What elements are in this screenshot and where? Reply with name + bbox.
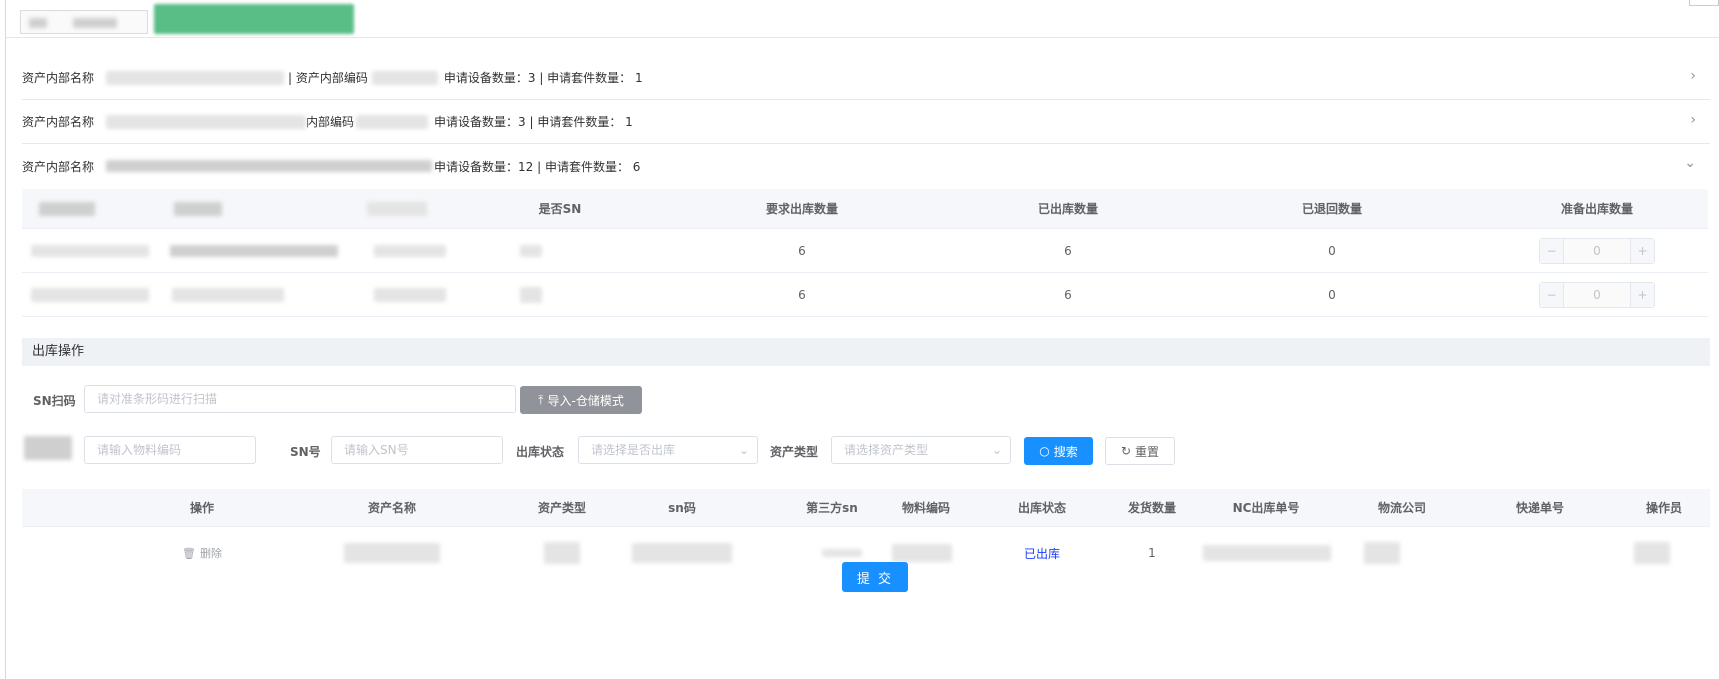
sn-label: SN号 xyxy=(290,445,321,459)
asset-code-label: | 资产内部编码 xyxy=(288,71,368,85)
window-corner xyxy=(1689,0,1719,6)
outbound-qty: 6 xyxy=(1064,243,1072,258)
collapse-row-3[interactable]: 资产内部名称 申请设备数量：12 | 申请套件数量： 6 ⌄ xyxy=(22,144,1710,188)
header-cell xyxy=(362,189,432,228)
sn-input[interactable]: 请输入SN号 xyxy=(331,436,503,464)
left-border xyxy=(5,0,6,679)
summary-text: 申请设备数量：3 | 申请套件数量： 1 xyxy=(434,115,633,129)
table-row: 6 6 0 − 0 + xyxy=(22,229,1708,273)
header-cell: 准备出库数量 xyxy=(1560,202,1633,216)
top-bar xyxy=(6,0,1719,38)
blurred-value xyxy=(371,70,438,85)
header-cell: 出库状态 xyxy=(1017,501,1066,515)
type-select-placeholder: 请选择资产类型 xyxy=(844,443,929,457)
header-cell: 操作员 xyxy=(1645,501,1682,515)
table-row: 6 6 0 − 0 + xyxy=(22,273,1708,317)
header-cell: 要求出库数量 xyxy=(765,202,838,216)
summary-text: 申请设备数量：3 | 申请套件数量： 1 xyxy=(443,71,643,85)
header-cell: 已退回数量 xyxy=(1301,202,1362,216)
search-button-label: 搜索 xyxy=(1053,444,1078,459)
material-code-input[interactable]: 请输入物料编码 xyxy=(84,436,256,464)
header-cell: 操作 xyxy=(189,501,214,515)
reset-button[interactable]: ↻ 重置 xyxy=(1105,437,1175,465)
sn-scan-label: SN扫码 xyxy=(33,394,76,408)
blurred-text xyxy=(73,18,117,28)
import-button-label: 导入-仓储模式 xyxy=(547,393,624,408)
returned-qty: 0 xyxy=(1328,243,1336,258)
header-cell: sn码 xyxy=(668,501,696,515)
header-cell: 物料编码 xyxy=(901,501,950,515)
summary-text: 申请设备数量：12 | 申请套件数量： 6 xyxy=(434,159,641,174)
header-cell: 是否SN xyxy=(538,202,582,216)
asset-code-label: 内部编码 xyxy=(306,115,355,129)
prepare-qty-value[interactable]: 0 xyxy=(1564,238,1630,263)
minus-icon[interactable]: − xyxy=(1540,282,1564,307)
reset-button-label: 重置 xyxy=(1135,444,1160,459)
header-cell: 物流公司 xyxy=(1377,501,1426,515)
header-cell xyxy=(168,189,228,228)
minus-icon[interactable]: − xyxy=(1540,238,1564,263)
import-button[interactable]: ⤒ 导入-仓储模式 xyxy=(520,386,642,414)
status-label: 出库状态 xyxy=(516,445,565,459)
required-qty: 6 xyxy=(798,287,806,302)
returned-qty: 0 xyxy=(1328,287,1336,302)
asset-name-label: 资产内部名称 xyxy=(22,159,95,174)
sn-scan-input[interactable]: 请对准条形码进行扫描 xyxy=(84,385,516,413)
top-tab[interactable] xyxy=(20,10,148,34)
blurred-text xyxy=(29,18,47,28)
chevron-down-icon: ⌄ xyxy=(738,443,749,457)
header-cell: 资产名称 xyxy=(367,501,416,515)
inner-table-header: 是否SN 要求出库数量 已出库数量 已退回数量 准备出库数量 xyxy=(22,189,1708,229)
header-cell xyxy=(32,189,102,228)
required-qty: 6 xyxy=(798,243,806,258)
chevron-down-icon: ⌄ xyxy=(991,443,1002,457)
header-cell: NC出库单号 xyxy=(1232,501,1300,515)
status-select[interactable]: 请选择是否出库 ⌄ xyxy=(578,436,758,464)
header-cell: 快递单号 xyxy=(1515,501,1564,515)
blurred-value xyxy=(106,160,433,172)
search-icon: ○ xyxy=(1039,444,1050,458)
blurred-value xyxy=(106,70,285,85)
outbound-qty: 6 xyxy=(1064,287,1072,302)
submit-button[interactable]: 提 交 xyxy=(842,562,908,592)
type-select[interactable]: 请选择资产类型 ⌄ xyxy=(831,436,1011,464)
outbound-table-header: 操作 资产名称 资产类型 sn码 第三方sn 物料编码 出库状态 发货数量 NC… xyxy=(22,489,1710,527)
header-cell: 发货数量 xyxy=(1127,501,1176,515)
search-button[interactable]: ○ 搜索 xyxy=(1024,437,1093,465)
plus-icon[interactable]: + xyxy=(1630,238,1654,263)
type-label: 资产类型 xyxy=(770,445,819,459)
delete-link[interactable]: 删除 xyxy=(200,545,222,561)
chevron-right-icon[interactable]: › xyxy=(1690,68,1696,84)
header-cell: 已出库数量 xyxy=(1037,202,1098,216)
plus-icon[interactable]: + xyxy=(1630,282,1654,307)
trash-icon[interactable]: 🗑 xyxy=(182,547,196,560)
collapse-row-1[interactable]: 资产内部名称 | 资产内部编码 申请设备数量：3 | 申请套件数量： 1 › xyxy=(22,56,1710,100)
collapse-row-2[interactable]: 资产内部名称 内部编码 申请设备数量：3 | 申请套件数量： 1 › xyxy=(22,100,1710,144)
inner-table: 是否SN 要求出库数量 已出库数量 已退回数量 准备出库数量 6 6 0 − 0… xyxy=(22,189,1708,317)
refresh-icon: ↻ xyxy=(1120,444,1132,458)
status-text: 已出库 xyxy=(1023,546,1060,561)
asset-name-label: 资产内部名称 xyxy=(22,115,95,129)
status-select-placeholder: 请选择是否出库 xyxy=(591,443,676,457)
header-cell: 第三方sn xyxy=(806,501,858,515)
outbound-section-title: 出库操作 xyxy=(22,338,1710,366)
blurred-label xyxy=(24,436,72,460)
quantity-cell: 1 xyxy=(1148,546,1156,560)
prepare-qty-stepper[interactable]: − 0 + xyxy=(1539,281,1655,308)
blurred-value xyxy=(356,114,429,129)
chevron-right-icon[interactable]: › xyxy=(1690,112,1696,128)
top-green-banner xyxy=(154,4,354,34)
upload-icon: ⤒ xyxy=(538,392,544,407)
chevron-down-icon[interactable]: ⌄ xyxy=(1684,155,1696,171)
asset-name-label: 资产内部名称 xyxy=(22,71,95,85)
prepare-qty-stepper[interactable]: − 0 + xyxy=(1539,237,1655,264)
prepare-qty-value[interactable]: 0 xyxy=(1564,282,1630,307)
header-cell: 资产类型 xyxy=(537,501,586,515)
blurred-value xyxy=(106,114,307,129)
